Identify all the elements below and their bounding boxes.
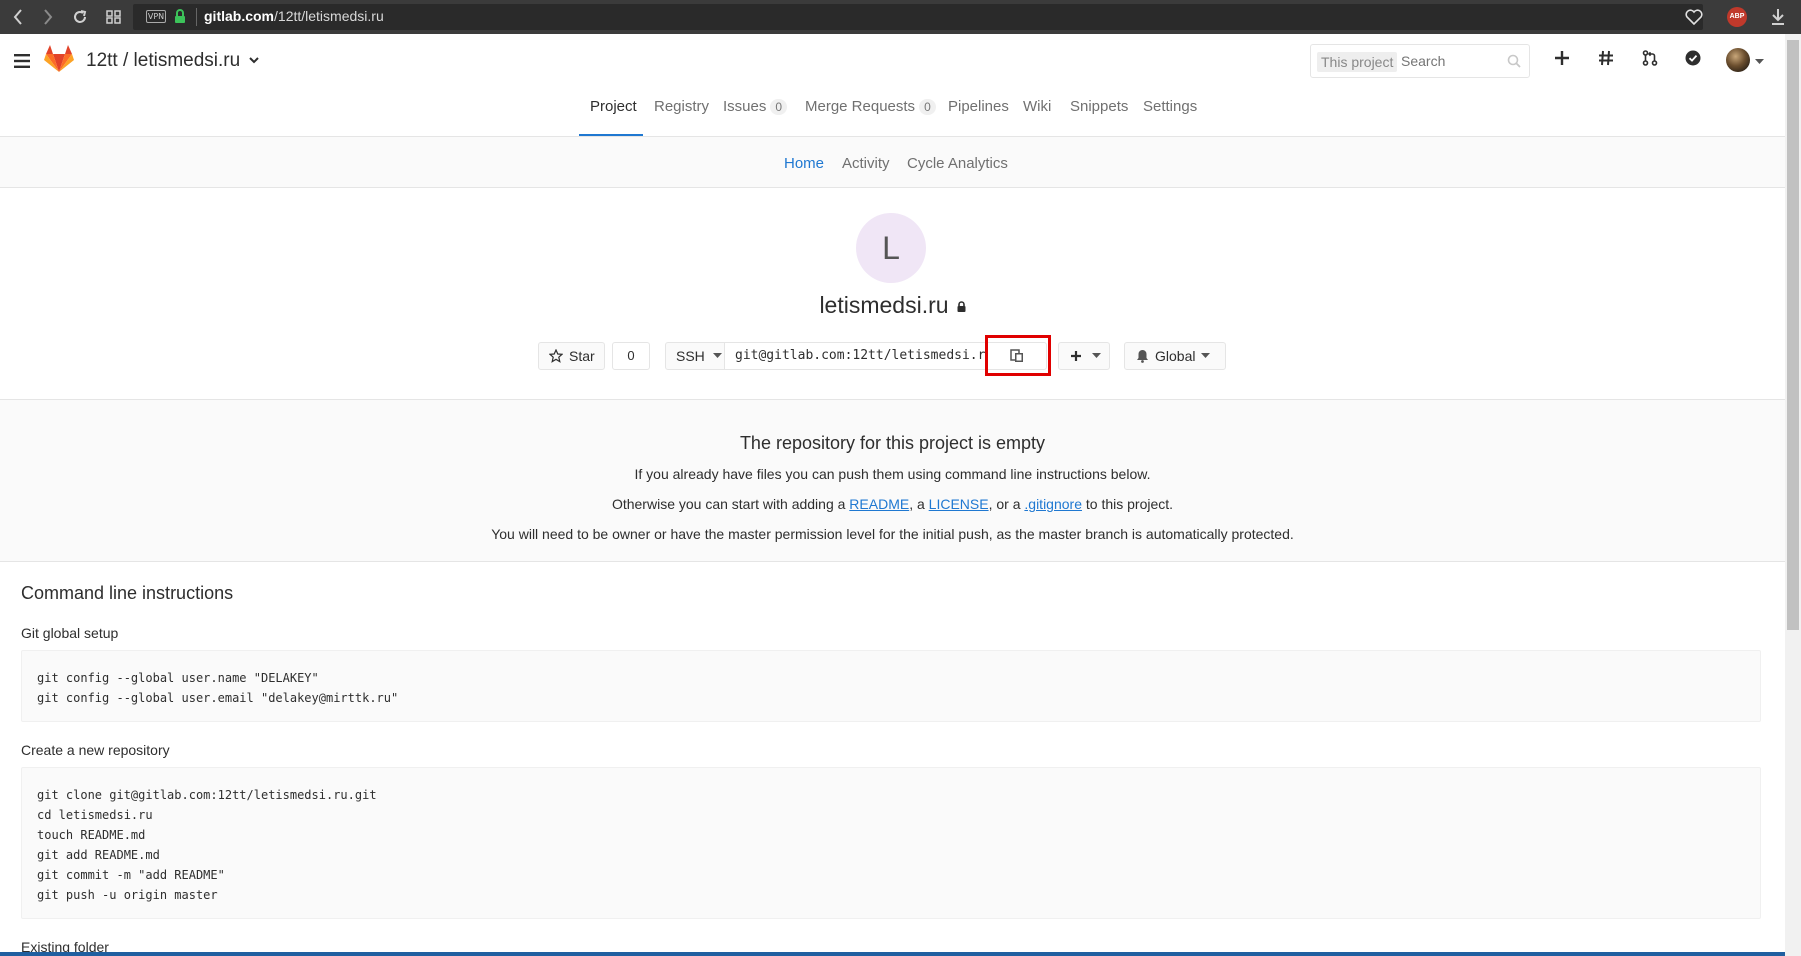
project-subnav: Home Activity Cycle Analytics	[0, 137, 1785, 188]
subtab-cycle-analytics[interactable]: Cycle Analytics	[907, 155, 1008, 172]
tab-merge-requests[interactable]: Merge Requests 0	[805, 98, 936, 115]
tab-issues[interactable]: Issues 0	[723, 98, 788, 115]
empty-repo-line3: You will need to be owner or have the ma…	[491, 526, 1294, 542]
global-setup-code[interactable]: git config --global user.name "DELAKEY" …	[21, 650, 1761, 722]
line2-suffix: to this project.	[1081, 496, 1174, 512]
search-icon	[1507, 54, 1521, 68]
hamburger-menu-icon[interactable]	[14, 54, 30, 68]
code-line: touch README.md	[37, 828, 146, 842]
issues-count-badge: 0	[770, 99, 788, 115]
hash-icon[interactable]	[1598, 50, 1614, 66]
subtab-activity[interactable]: Activity	[842, 155, 890, 172]
vpn-badge[interactable]: VPN	[146, 10, 166, 23]
forward-icon[interactable]	[36, 0, 60, 34]
chevron-down-icon	[249, 57, 260, 64]
url-host: gitlab.com	[204, 8, 275, 24]
code-line: git push -u origin master	[37, 888, 218, 902]
tab-issues-label: Issues	[723, 98, 767, 115]
new-repo-title: Create a new repository	[21, 742, 170, 758]
project-nav: Project Registry Issues 0 Merge Requests 0…	[0, 98, 1785, 138]
line2-sep2: , or a	[988, 496, 1025, 512]
taskbar-strip	[0, 952, 1785, 956]
protocol-label: SSH	[676, 348, 705, 364]
download-icon[interactable]	[1766, 0, 1790, 34]
line2-sep1: , a	[909, 496, 929, 512]
tab-wiki[interactable]: Wiki	[1023, 98, 1051, 115]
empty-repo-line2: Otherwise you can start with adding a RE…	[0, 496, 1785, 512]
scrollbar-thumb[interactable]	[1787, 40, 1799, 630]
todo-check-icon[interactable]	[1685, 50, 1701, 66]
star-button[interactable]: Star	[538, 342, 605, 370]
subtab-home[interactable]: Home	[784, 155, 824, 172]
line2-prefix: Otherwise you can start with adding a	[611, 496, 850, 512]
adblock-icon[interactable]: ABP	[1727, 7, 1747, 27]
code-line: cd letismedsi.ru	[37, 808, 153, 822]
readme-link[interactable]: README	[849, 496, 909, 512]
plus-icon[interactable]	[1554, 50, 1570, 66]
section-divider	[0, 561, 1785, 562]
tab-project[interactable]: Project	[590, 98, 637, 115]
user-avatar[interactable]	[1726, 48, 1750, 72]
code-line: git config --global user.name "DELAKEY"	[37, 671, 319, 685]
url-text[interactable]: gitlab.com/12tt/letismedsi.ru	[204, 8, 384, 24]
tab-grid-icon[interactable]	[102, 0, 126, 34]
notification-dropdown[interactable]: Global	[1124, 342, 1226, 370]
search-scope-badge[interactable]: This project	[1317, 52, 1398, 72]
code-line: git add README.md	[37, 848, 160, 862]
private-lock-icon	[957, 301, 966, 313]
bell-icon	[1136, 349, 1149, 363]
project-title: letismedsi.ru	[0, 292, 1785, 319]
empty-repo-title: The repository for this project is empty	[739, 433, 1046, 453]
license-link[interactable]: LICENSE	[929, 496, 989, 512]
tab-snippets[interactable]: Snippets	[1070, 98, 1128, 115]
star-label: Star	[569, 348, 595, 364]
notification-level: Global	[1155, 348, 1196, 364]
cli-title: Command line instructions	[21, 583, 234, 603]
global-setup-title: Git global setup	[21, 625, 119, 641]
protocol-dropdown[interactable]: SSH	[665, 342, 725, 370]
gitignore-link[interactable]: .gitignore	[1024, 496, 1082, 512]
reload-icon[interactable]	[68, 0, 92, 34]
url-path: /12tt/letismedsi.ru	[274, 8, 384, 24]
code-line: git clone git@gitlab.com:12tt/letismedsi…	[37, 788, 377, 802]
gitlab-logo-icon[interactable]	[44, 45, 74, 73]
code-line: git config --global user.email "delakey@…	[37, 691, 399, 705]
search-input[interactable]	[1399, 50, 1499, 72]
code-line: git commit -m "add README"	[37, 868, 225, 882]
back-icon[interactable]	[6, 0, 30, 34]
new-item-dropdown[interactable]	[1058, 342, 1110, 370]
clone-url-input[interactable]: git@gitlab.com:12tt/letismedsi.ru.git	[725, 342, 987, 370]
caret-down-icon[interactable]	[1755, 59, 1764, 65]
star-count[interactable]: 0	[612, 342, 650, 370]
caret-down-icon	[712, 353, 722, 359]
plus-icon	[1070, 350, 1082, 362]
project-path: 12tt / letismedsi.ru	[86, 50, 241, 71]
project-avatar: L	[856, 213, 926, 283]
empty-repo-line1: If you already have files you can push t…	[634, 466, 1151, 482]
url-separator	[196, 8, 197, 26]
new-repo-code[interactable]: git clone git@gitlab.com:12tt/letismedsi…	[21, 767, 1761, 919]
tab-merge-requests-label: Merge Requests	[805, 98, 916, 115]
bookmark-heart-icon[interactable]	[1682, 0, 1706, 34]
project-name: letismedsi.ru	[819, 292, 949, 318]
active-tab-indicator	[579, 134, 643, 136]
search-box[interactable]: This project	[1310, 44, 1530, 78]
star-icon	[549, 349, 563, 363]
tab-pipelines[interactable]: Pipelines	[948, 98, 1009, 115]
tab-registry[interactable]: Registry	[654, 98, 709, 115]
caret-down-icon	[1201, 353, 1211, 359]
copy-button-highlight	[985, 335, 1051, 376]
merge-request-icon[interactable]	[1642, 50, 1658, 66]
tab-settings[interactable]: Settings	[1143, 98, 1197, 115]
secure-lock-icon	[174, 9, 186, 24]
caret-down-icon	[1092, 353, 1101, 359]
merge-requests-count-badge: 0	[919, 99, 936, 115]
project-path-dropdown[interactable]: 12tt / letismedsi.ru	[86, 50, 260, 72]
browser-toolbar: VPN gitlab.com/12tt/letismedsi.ru ABP	[0, 0, 1801, 34]
